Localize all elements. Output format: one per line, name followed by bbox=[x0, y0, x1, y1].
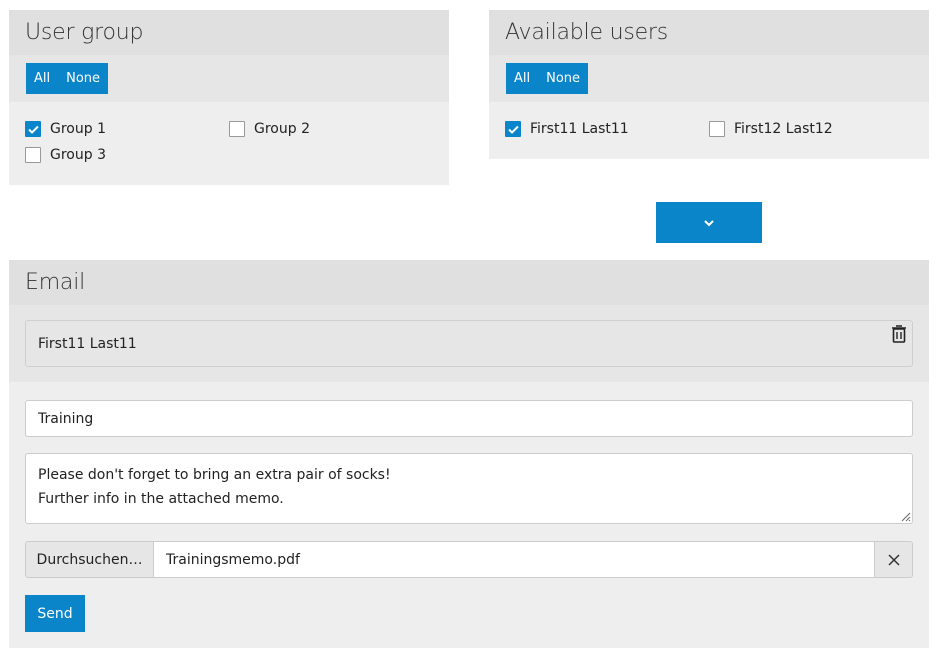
user-checkbox-2[interactable]: First12 Last12 bbox=[709, 121, 833, 137]
checkbox-unchecked-icon[interactable] bbox=[25, 147, 41, 163]
recipient-name: First11 Last11 bbox=[38, 335, 137, 352]
file-upload-field: Durchsuchen… Trainingsmemo.pdf bbox=[25, 541, 913, 578]
select-all-users-button[interactable]: All bbox=[506, 63, 538, 94]
group-label: Group 3 bbox=[50, 147, 106, 163]
select-none-users-button[interactable]: None bbox=[538, 63, 588, 94]
checkbox-checked-icon[interactable] bbox=[505, 121, 521, 137]
user-checkbox-1[interactable]: First11 Last11 bbox=[505, 121, 629, 137]
recipient-item: First11 Last11 bbox=[25, 320, 913, 367]
email-panel: Email First11 Last11 Training Please don… bbox=[9, 260, 929, 648]
send-button[interactable]: Send bbox=[25, 595, 85, 632]
select-none-groups-button[interactable]: None bbox=[58, 63, 108, 94]
message-line-2: Further info in the attached memo. bbox=[38, 491, 284, 507]
available-users-title: Available users bbox=[489, 10, 929, 55]
group-label: Group 2 bbox=[254, 121, 310, 137]
available-users-panel: Available users All None First11 Last11 … bbox=[489, 10, 929, 159]
user-group-panel: User group All None Group 1 Group 2 Grou… bbox=[9, 10, 449, 185]
clear-file-button[interactable] bbox=[874, 542, 912, 577]
resize-handle-icon[interactable] bbox=[899, 510, 911, 522]
group-checkbox-1[interactable]: Group 1 bbox=[25, 121, 106, 137]
chevron-down-icon bbox=[704, 219, 714, 226]
user-group-select-buttons: All None bbox=[26, 63, 109, 94]
subject-input[interactable]: Training bbox=[25, 400, 913, 437]
add-to-recipients-button[interactable] bbox=[656, 202, 762, 243]
checkbox-unchecked-icon[interactable] bbox=[229, 121, 245, 137]
user-group-title: User group bbox=[9, 10, 449, 55]
user-label: First12 Last12 bbox=[734, 121, 833, 137]
select-all-groups-button[interactable]: All bbox=[26, 63, 58, 94]
group-checkbox-2[interactable]: Group 2 bbox=[229, 121, 310, 137]
browse-button[interactable]: Durchsuchen… bbox=[26, 542, 154, 577]
user-label: First11 Last11 bbox=[530, 121, 629, 137]
available-users-select-buttons: All None bbox=[506, 63, 589, 94]
group-checkbox-3[interactable]: Group 3 bbox=[25, 147, 106, 163]
close-icon bbox=[887, 553, 900, 566]
trash-icon[interactable] bbox=[890, 324, 908, 344]
email-title: Email bbox=[9, 260, 929, 305]
checkbox-checked-icon[interactable] bbox=[25, 121, 41, 137]
message-line-1: Please don't forget to bring an extra pa… bbox=[38, 467, 391, 483]
message-textarea[interactable]: Please don't forget to bring an extra pa… bbox=[25, 453, 913, 524]
file-name-display[interactable]: Trainingsmemo.pdf bbox=[154, 542, 874, 577]
group-label: Group 1 bbox=[50, 121, 106, 137]
checkbox-unchecked-icon[interactable] bbox=[709, 121, 725, 137]
